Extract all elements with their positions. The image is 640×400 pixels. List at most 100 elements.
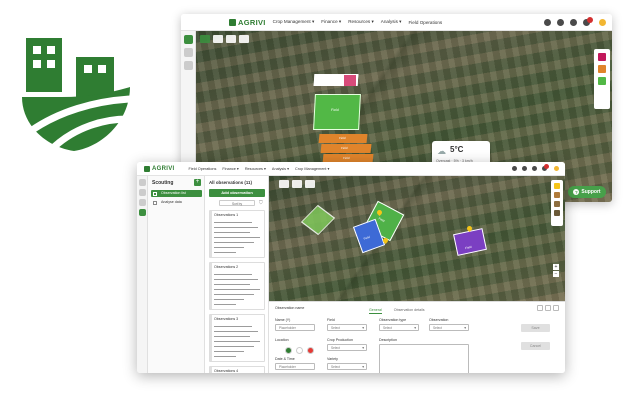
map-field-purple[interactable]: Field (453, 228, 487, 256)
field-polygon-green[interactable]: Field (313, 94, 361, 130)
front-map-toolbar (279, 180, 318, 188)
field-label-orange-2: Field (340, 146, 348, 150)
map-draw-tool[interactable] (200, 35, 210, 43)
save-button[interactable]: Save (521, 324, 550, 332)
scouting-panel: Scouting + Observation list Analyse data (148, 176, 205, 373)
support-button[interactable]: ? Support (568, 186, 606, 198)
calendar-icon[interactable] (557, 18, 564, 26)
crop-production-select[interactable]: Select ▾ (327, 344, 367, 351)
chevron-down-icon: ▾ (362, 346, 364, 350)
back-nav-field-operations[interactable]: Field Operations (408, 20, 442, 25)
front-rail-scouting-button[interactable] (138, 209, 146, 216)
front-rail-dashboard-button[interactable] (138, 179, 146, 186)
tab-observation-details[interactable]: Observation details (394, 308, 425, 314)
observation-card[interactable]: Observations 1 (209, 210, 265, 258)
legend-swatch-earth[interactable] (554, 210, 560, 216)
help-icon[interactable] (544, 18, 551, 26)
bell-icon[interactable] (532, 166, 537, 171)
field-polygon-pink[interactable] (344, 75, 356, 86)
legend-swatch-green[interactable] (598, 77, 606, 85)
user-avatar-icon[interactable] (599, 18, 606, 26)
expand-icon[interactable] (545, 305, 551, 311)
field-polygon-orange-1[interactable]: Field (318, 134, 368, 143)
front-nav-resources[interactable]: Resources ▾ (245, 166, 266, 171)
crop-production-label: Crop Production (327, 338, 353, 342)
scouting-item-analyse-data[interactable]: Analyse data (151, 199, 202, 206)
map-measure-tool[interactable] (305, 180, 315, 188)
map-select-tool[interactable] (292, 180, 302, 188)
observation-card[interactable]: Observations 2 (209, 262, 265, 310)
front-rail-fields-button[interactable] (138, 189, 146, 196)
observation-card-title: Observations 1 (214, 213, 239, 217)
description-textarea[interactable] (379, 344, 469, 373)
observations-panel: All observations (11) Add observation So… (205, 176, 269, 373)
front-nav-field-operations[interactable]: Field Operations (188, 167, 216, 171)
filter-icon[interactable]: ⛉ (259, 200, 263, 206)
front-rail-tasks-button[interactable] (138, 199, 146, 206)
front-nav-finance[interactable]: Finance ▾ (222, 166, 238, 171)
location-pin-icon[interactable] (285, 347, 292, 354)
field-select[interactable]: Select ▾ (327, 324, 367, 331)
name-input[interactable]: Placeholder (275, 324, 315, 331)
zoom-in-button[interactable]: + (553, 264, 559, 270)
zoom-out-button[interactable]: − (553, 271, 559, 277)
agrivi-mark-icon (229, 18, 236, 26)
remove-location-icon[interactable] (307, 347, 314, 354)
sort-dropdown[interactable]: Sort by (219, 200, 255, 206)
map-field-light-green[interactable] (300, 204, 336, 236)
front-nav-analysis[interactable]: Analysis ▾ (272, 166, 289, 171)
back-rail-layers-button[interactable] (183, 48, 193, 57)
name-label: Name (Y) (275, 318, 291, 322)
marketing-composition: AGRIVI Crop Management ▾ Finance ▾ Resou… (0, 0, 640, 400)
cancel-button[interactable]: Cancel (521, 342, 550, 350)
observation-select[interactable]: Select ▾ (429, 324, 469, 331)
back-app-logo[interactable]: AGRIVI (229, 18, 266, 27)
back-rail-collapse-button[interactable] (183, 61, 193, 70)
locate-me-icon[interactable] (296, 347, 303, 354)
legend-swatch-yellow[interactable] (554, 183, 560, 189)
front-nav-crop-management[interactable]: Crop Management ▾ (295, 166, 329, 171)
user-avatar-icon[interactable] (554, 166, 559, 171)
scouting-item-observation-list[interactable]: Observation list (151, 190, 202, 197)
legend-swatch-dark[interactable] (554, 201, 560, 207)
field-polygon-orange-2[interactable]: Field (320, 144, 372, 153)
notification-badge (587, 17, 593, 23)
back-nav-resources[interactable]: Resources ▾ (348, 19, 374, 25)
tab-general[interactable]: General (369, 308, 382, 314)
close-icon[interactable] (553, 305, 559, 311)
help-icon[interactable] (512, 166, 517, 171)
map-field-label: Field (363, 234, 371, 241)
map-select-tool[interactable] (213, 35, 223, 43)
calendar-icon[interactable] (522, 166, 527, 171)
front-top-navbar: AGRIVI Field Operations Finance ▾ Resour… (137, 162, 565, 176)
observation-card-title: Observations 4 (214, 369, 239, 373)
date-time-input[interactable]: Placeholder (275, 363, 315, 370)
cloud-icon: ☁ (437, 146, 446, 156)
bell-icon[interactable] (570, 18, 577, 26)
map-layer-tool[interactable] (239, 35, 249, 43)
map-measure-tool[interactable] (226, 35, 236, 43)
legend-swatch-brown[interactable] (554, 192, 560, 198)
back-nav-finance[interactable]: Finance ▾ (321, 19, 341, 25)
back-nav-analysis[interactable]: Analysis ▾ (381, 19, 402, 25)
observation-card-title: Observations 2 (214, 265, 239, 269)
map-draw-tool[interactable] (279, 180, 289, 188)
observation-card[interactable]: Observations 4 (209, 366, 265, 373)
legend-swatch-magenta[interactable] (598, 53, 606, 61)
front-app-logo[interactable]: AGRIVI (144, 165, 174, 172)
observations-heading: All observations (11) (209, 180, 252, 185)
save-icon[interactable] (537, 305, 543, 311)
observation-card[interactable]: Observations 3 (209, 314, 265, 362)
scouting-add-button[interactable]: + (194, 179, 201, 186)
back-nav-crop-management[interactable]: Crop Management ▾ (273, 19, 315, 25)
front-layer-legend (551, 180, 563, 226)
observation-type-select[interactable]: Select ▾ (379, 324, 419, 331)
chevron-down-icon: ▾ (414, 326, 416, 330)
variety-select[interactable]: Select ▾ (327, 363, 367, 370)
legend-swatch-orange[interactable] (598, 65, 606, 73)
add-observation-button[interactable]: Add observation (209, 189, 265, 197)
back-rail-map-button[interactable] (183, 35, 193, 44)
front-nav-actions (507, 164, 559, 171)
front-satellite-map[interactable]: Field Field Field + − (269, 176, 565, 301)
notification-badge (544, 164, 549, 169)
